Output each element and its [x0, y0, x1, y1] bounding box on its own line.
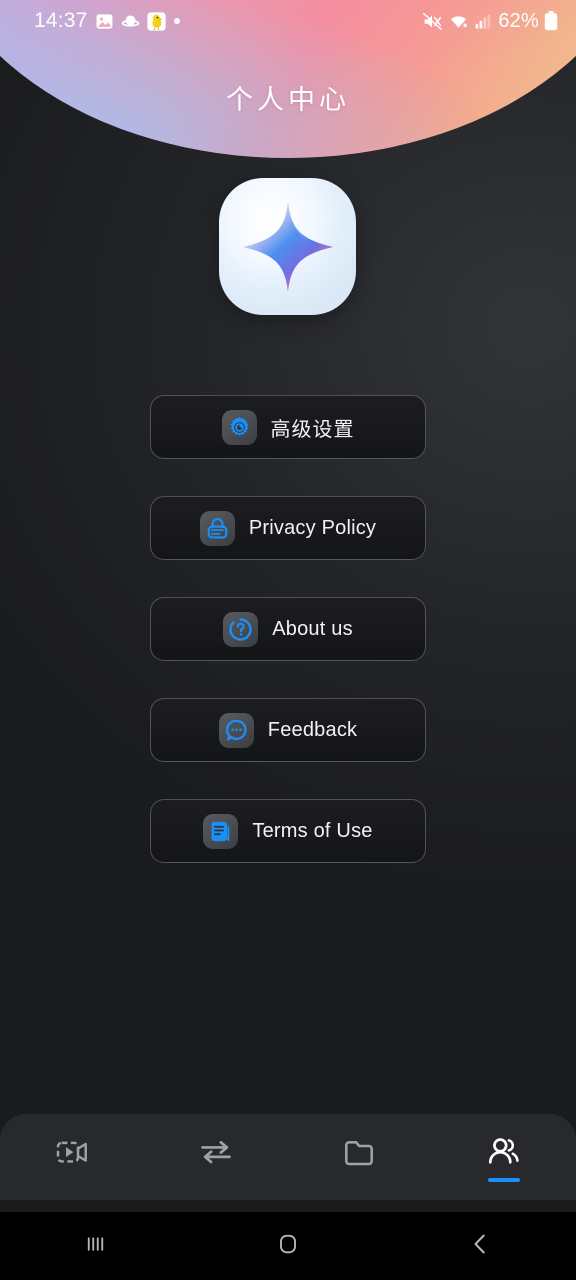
nav-back[interactable]	[384, 1212, 576, 1280]
sparkle-star-icon	[240, 199, 336, 295]
phone-screen: 14:37 62% 个人中心 高级设置 Privacy Policy About…	[0, 0, 576, 1280]
back-icon	[465, 1229, 495, 1264]
bottom-tab-bar	[0, 1114, 576, 1200]
menu-item-terms-of-use[interactable]: Terms of Use	[150, 799, 426, 863]
menu-item-content: Privacy Policy	[199, 510, 377, 546]
dot-icon	[173, 17, 181, 25]
menu-item-content: Terms of Use	[203, 813, 373, 849]
tab-active-indicator	[56, 1178, 88, 1182]
tab-active-indicator	[200, 1178, 232, 1182]
menu-item-content: About us	[223, 611, 353, 647]
tab-active-indicator	[488, 1178, 520, 1182]
home-icon	[273, 1229, 303, 1264]
cellular-signal-icon	[474, 12, 493, 31]
transfer-arrows-icon	[196, 1132, 236, 1172]
tab-record[interactable]	[0, 1114, 144, 1200]
gear-icon	[221, 409, 257, 445]
folder-icon	[340, 1132, 380, 1172]
menu-item-about-us[interactable]: About us	[150, 597, 426, 661]
status-clock: 14:37	[34, 9, 88, 32]
chick-icon	[146, 11, 166, 31]
tab-active-indicator	[344, 1178, 376, 1182]
wifi-icon	[448, 11, 469, 32]
app-viewport: 14:37 62% 个人中心 高级设置 Privacy Policy About…	[0, 0, 576, 1212]
menu-item-content: 高级设置	[221, 409, 355, 445]
battery-percent-label: 62%	[498, 9, 539, 32]
menu-item-privacy-policy[interactable]: Privacy Policy	[150, 496, 426, 560]
nav-home[interactable]	[192, 1212, 384, 1280]
menu-item-content: Feedback	[218, 712, 358, 748]
menu-item-label: Feedback	[267, 718, 358, 741]
tab-transfer[interactable]	[144, 1114, 288, 1200]
menu-list: 高级设置 Privacy Policy About us Feedback Te…	[150, 395, 426, 863]
recents-icon	[81, 1229, 111, 1264]
nav-recents[interactable]	[0, 1212, 192, 1280]
question-icon	[223, 611, 259, 647]
lock-icon	[199, 510, 235, 546]
status-bar-right: 62%	[422, 10, 558, 33]
menu-item-label: Privacy Policy	[248, 516, 377, 539]
menu-item-label: 高级设置	[270, 418, 355, 441]
menu-item-advanced-settings[interactable]: 高级设置	[150, 395, 426, 459]
tab-profile[interactable]	[432, 1114, 576, 1200]
planet-icon	[121, 12, 140, 31]
status-bar-left: 14:37	[34, 9, 181, 33]
battery-icon	[544, 11, 558, 31]
menu-item-label: About us	[272, 617, 353, 640]
android-nav-bar	[0, 1212, 576, 1280]
app-logo	[219, 178, 356, 315]
tab-files[interactable]	[288, 1114, 432, 1200]
menu-item-label: Terms of Use	[252, 819, 373, 842]
document-icon	[203, 813, 239, 849]
status-bar: 14:37 62%	[0, 0, 576, 42]
photo-icon	[95, 12, 114, 31]
menu-item-feedback[interactable]: Feedback	[150, 698, 426, 762]
users-icon	[484, 1132, 524, 1172]
video-camera-icon	[52, 1132, 92, 1172]
page-title: 个人中心	[226, 85, 350, 115]
mute-icon	[422, 11, 443, 32]
chat-icon	[218, 712, 254, 748]
